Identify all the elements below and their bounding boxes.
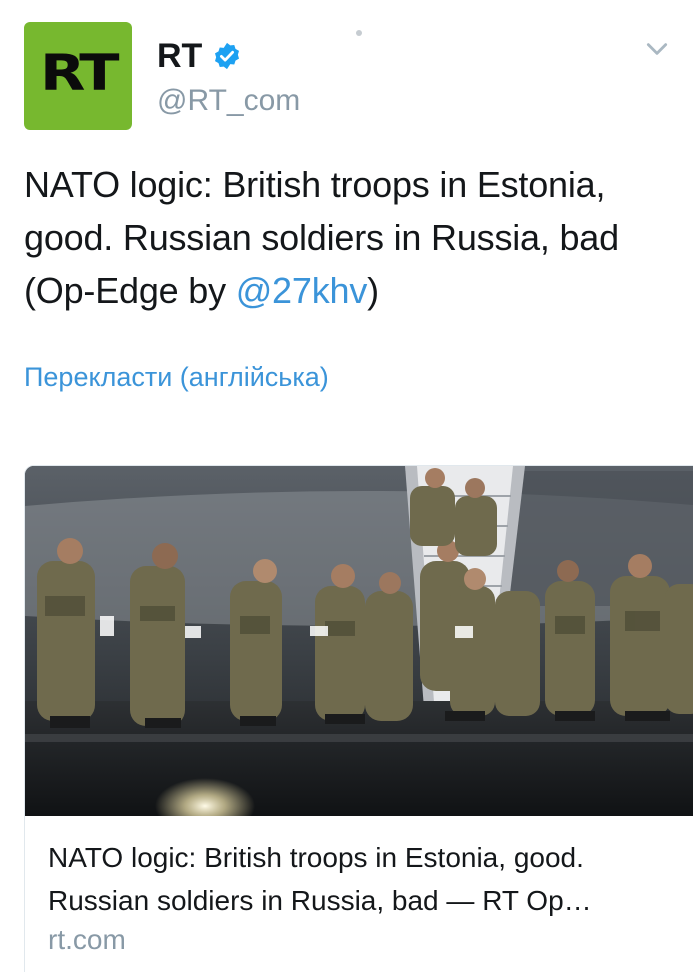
card-domain: rt.com <box>48 924 126 955</box>
mention-link[interactable]: @27khv <box>236 270 368 311</box>
troops-photo <box>25 466 693 816</box>
card-image[interactable] <box>25 466 693 816</box>
author-row: RT <box>157 36 242 76</box>
tweet-text-end: ) <box>367 270 379 311</box>
chevron-down-icon[interactable] <box>644 36 670 62</box>
avatar-logo-text: RT <box>40 44 120 102</box>
link-card[interactable]: NATO logic: British troops in Estonia, g… <box>24 465 693 972</box>
author-name[interactable]: RT <box>157 37 202 76</box>
card-title[interactable]: NATO logic: British troops in Estonia, g… <box>48 836 688 922</box>
author-handle[interactable]: @RT_com <box>157 84 300 118</box>
avatar[interactable]: RT <box>24 22 132 130</box>
translate-link[interactable]: Перекласти (англійська) <box>24 362 329 393</box>
tweet-text: NATO logic: British troops in Estonia, g… <box>24 158 684 317</box>
verified-badge-icon <box>215 42 240 70</box>
tweet-header: RT RT @RT_com <box>24 22 674 130</box>
